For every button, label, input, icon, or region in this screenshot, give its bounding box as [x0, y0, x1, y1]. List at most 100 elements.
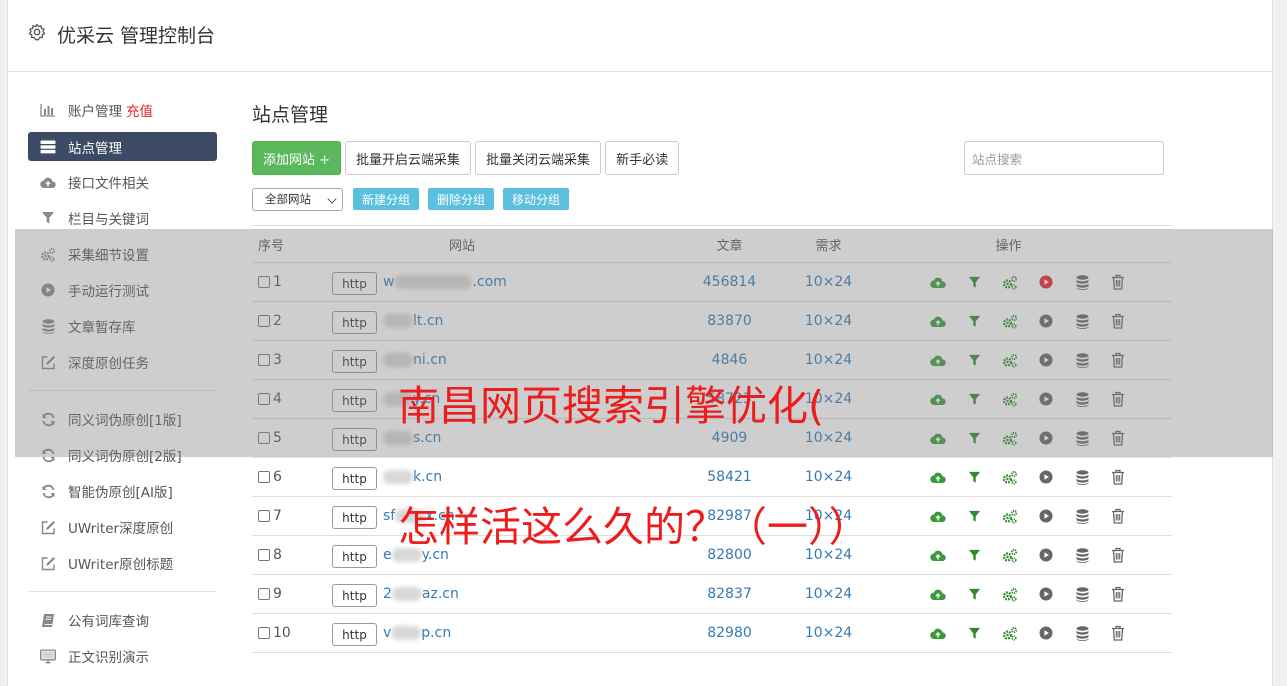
site-search-input[interactable]: 站点搜索 [964, 141, 1164, 175]
group-select-value: 全部网站 [265, 192, 311, 206]
sidebar-item-label: 账户管理 [68, 104, 122, 120]
database-icon[interactable] [1064, 586, 1100, 602]
row-checkbox[interactable] [258, 588, 270, 600]
article-count-link[interactable]: 82980 [692, 625, 767, 641]
row-checkbox[interactable] [258, 471, 270, 483]
batch-close-cloud-button[interactable]: 批量关闭云端采集 [475, 141, 602, 175]
sidebar-item-b-3[interactable]: UWriter深度原创 [28, 509, 217, 545]
group-select[interactable]: 全部网站 [252, 187, 343, 211]
play-circle-icon[interactable] [1028, 470, 1064, 484]
sidebar-item-b-4[interactable]: UWriter原创标题 [28, 545, 217, 581]
filter-icon[interactable] [956, 471, 992, 484]
demand-link[interactable]: 10×24 [767, 469, 890, 485]
sidebar-item-a-1[interactable]: 站点管理 [28, 132, 217, 161]
cogs-icon[interactable] [992, 626, 1028, 641]
ops-cell [890, 469, 1172, 485]
move-group-button[interactable]: 移动分组 [503, 188, 570, 210]
sidebar-item-label: 公有词库查询 [68, 614, 149, 630]
cogs-icon[interactable] [992, 587, 1028, 602]
console-title: 优采云 管理控制台 [57, 25, 216, 47]
database-icon[interactable] [1064, 508, 1100, 524]
cloud-upload-icon[interactable] [920, 627, 956, 640]
site-domain-prefix: 2 [383, 586, 392, 602]
sidebar-item-label: UWriter深度原创 [68, 521, 174, 537]
row-index-cell: 8 [252, 547, 332, 563]
sidebar-item-label: 正文识别演示 [68, 650, 149, 666]
play-circle-icon[interactable] [1028, 587, 1064, 601]
group-toolbar: 全部网站 新建分组 删除分组 移动分组 [252, 187, 1172, 211]
cloud-upload-icon [40, 174, 56, 190]
filter-icon[interactable] [956, 627, 992, 640]
site-domain-suffix: az.cn [421, 586, 459, 602]
filter-icon[interactable] [956, 588, 992, 601]
recharge-link[interactable]: 充值 [126, 100, 153, 120]
cloud-upload-icon[interactable] [920, 588, 956, 601]
filter-icon [40, 210, 56, 226]
sidebar-item-b-2[interactable]: 智能伪原创[AI版] [28, 473, 217, 509]
cloud-upload-icon[interactable] [920, 510, 956, 523]
row-checkbox[interactable] [258, 627, 270, 639]
http-button[interactable]: http [332, 623, 377, 646]
site-domain-link[interactable]: 2 az.cn [383, 586, 459, 602]
site-domain-link[interactable]: v p.cn [383, 625, 451, 641]
edit-icon [40, 519, 56, 535]
row-index: 7 [273, 508, 282, 524]
cloud-upload-icon[interactable] [920, 549, 956, 562]
row-index-cell: 10 [252, 625, 332, 641]
database-icon[interactable] [1064, 469, 1100, 485]
database-icon[interactable] [1064, 547, 1100, 563]
trash-icon[interactable] [1100, 625, 1136, 641]
row-checkbox[interactable] [258, 510, 270, 522]
article-count-link[interactable]: 82837 [692, 586, 767, 602]
sidebar-item-c-0[interactable]: 公有词库查询 [28, 602, 217, 638]
article-count-link[interactable]: 58421 [692, 469, 767, 485]
filter-icon[interactable] [956, 549, 992, 562]
trash-icon[interactable] [1100, 547, 1136, 563]
overlay-title-line2: 怎样活这么久的？（一）） [398, 503, 870, 551]
redacted-blur [391, 626, 422, 640]
sidebar-item-c-1[interactable]: 正文识别演示 [28, 638, 217, 674]
play-circle-icon[interactable] [1028, 548, 1064, 562]
row-index-cell: 6 [252, 469, 332, 485]
play-circle-icon[interactable] [1028, 509, 1064, 523]
new-group-button[interactable]: 新建分组 [353, 188, 420, 210]
play-circle-icon[interactable] [1028, 626, 1064, 640]
redacted-blur [383, 470, 413, 484]
cogs-icon[interactable] [992, 548, 1028, 563]
sidebar-item-a-0[interactable]: 账户管理 充值 [28, 92, 217, 128]
batch-open-cloud-button[interactable]: 批量开启云端采集 [345, 141, 472, 175]
site-domain-prefix: v [383, 625, 392, 641]
sidebar-item-a-2[interactable]: 接口文件相关 [28, 164, 217, 200]
ops-cell [890, 586, 1172, 602]
page-title: 站点管理 [252, 104, 329, 126]
cogs-icon[interactable] [992, 470, 1028, 485]
row-checkbox[interactable] [258, 549, 270, 561]
add-site-button[interactable]: 添加网站 + [252, 141, 342, 175]
ops-cell [890, 625, 1172, 641]
http-button[interactable]: http [332, 545, 377, 568]
row-index-cell: 7 [252, 508, 332, 524]
trash-icon[interactable] [1100, 469, 1136, 485]
demand-link[interactable]: 10×24 [767, 625, 890, 641]
http-button[interactable]: http [332, 584, 377, 607]
demand-link[interactable]: 10×24 [767, 586, 890, 602]
sidebar-divider [28, 591, 217, 592]
database-icon[interactable] [1064, 625, 1100, 641]
trash-icon[interactable] [1100, 508, 1136, 524]
site-cell: http v p.cn [332, 620, 692, 646]
site-domain-link[interactable]: k.cn [383, 469, 442, 485]
http-button[interactable]: http [332, 467, 377, 490]
site-domain-suffix: k.cn [413, 469, 443, 485]
trash-icon[interactable] [1100, 586, 1136, 602]
newbie-guide-button[interactable]: 新手必读 [605, 141, 680, 175]
delete-group-button[interactable]: 删除分组 [428, 188, 495, 210]
table-row: 10 http v p.cn 82980 10×24 [252, 614, 1172, 653]
http-button[interactable]: http [332, 506, 377, 529]
sidebar-item-label: 智能伪原创[AI版] [68, 485, 173, 501]
filter-icon[interactable] [956, 510, 992, 523]
site-cell: http 2 az.cn [332, 581, 692, 607]
cloud-upload-icon[interactable] [920, 471, 956, 484]
cogs-icon[interactable] [992, 509, 1028, 524]
row-index: 6 [273, 469, 282, 485]
server-icon [40, 139, 56, 155]
